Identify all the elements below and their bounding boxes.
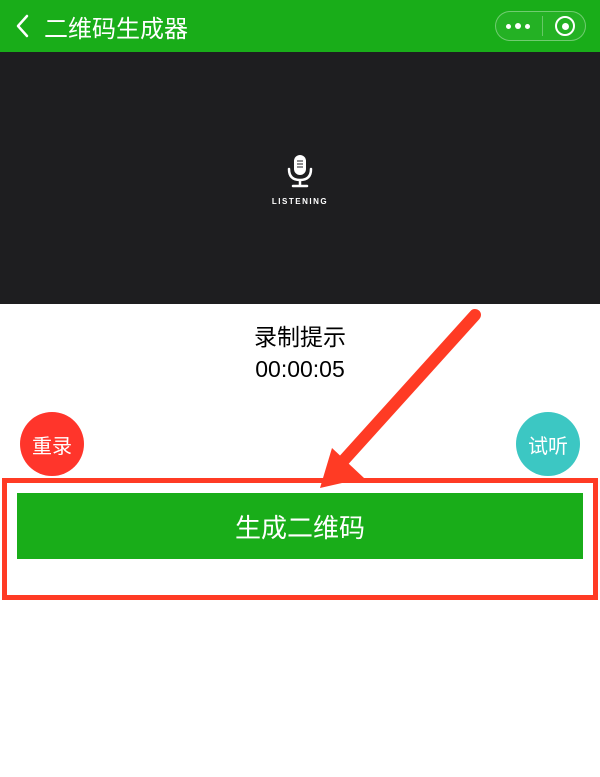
recording-panel: LISTENING — [0, 52, 600, 304]
recording-info: 录制提示 00:00:05 — [0, 304, 600, 383]
close-target-icon[interactable] — [555, 16, 575, 36]
preview-label: 试听 — [528, 430, 568, 459]
rerecord-label: 重录 — [32, 430, 72, 459]
recording-hint: 录制提示 — [0, 318, 600, 352]
rerecord-button[interactable]: 重录 — [20, 412, 84, 476]
menu-dots-icon[interactable] — [506, 23, 542, 29]
capsule-menu — [495, 11, 586, 41]
listening-label: LISTENING — [272, 197, 328, 206]
capsule-divider — [542, 16, 543, 36]
app-header: 二维码生成器 — [0, 0, 600, 52]
page-title: 二维码生成器 — [44, 9, 188, 44]
microphone-icon — [280, 151, 320, 191]
preview-button[interactable]: 试听 — [516, 412, 580, 476]
back-icon[interactable] — [14, 13, 30, 39]
generate-label: 生成二维码 — [235, 508, 365, 545]
generate-qr-button[interactable]: 生成二维码 — [17, 493, 583, 559]
controls-row: 重录 试听 — [0, 412, 600, 476]
recording-timer: 00:00:05 — [0, 356, 600, 383]
highlight-annotation: 生成二维码 — [2, 478, 598, 600]
